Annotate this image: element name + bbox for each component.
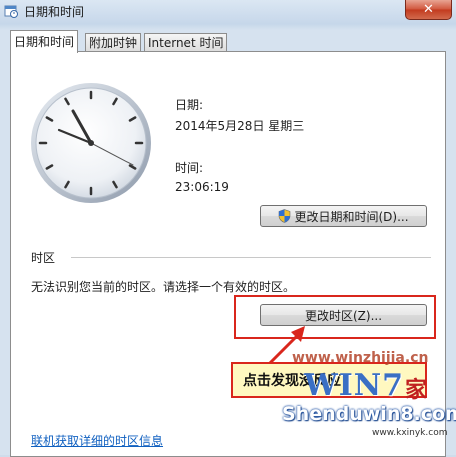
change-timezone-label: 更改时区(Z)... xyxy=(304,308,383,323)
watermark-logo-char: 家 xyxy=(405,378,428,403)
time-value: 23:06:19 xyxy=(175,180,229,194)
analog-clock xyxy=(31,83,151,203)
watermark-url-text: www.kxinyk.com xyxy=(372,428,448,438)
tab-label: Internet 时间 xyxy=(148,36,224,50)
date-value: 2014年5月28日 星期三 xyxy=(175,119,305,133)
tab-date-time[interactable]: 日期和时间 xyxy=(10,30,79,53)
uac-shield-icon xyxy=(279,209,291,223)
window-title: 日期和时间 xyxy=(24,5,85,19)
change-date-time-label: 更改日期和时间(D)... xyxy=(294,209,409,224)
watermark-overlay-text: www.winzhijia.cn xyxy=(292,350,429,366)
tab-label: 日期和时间 xyxy=(14,35,75,49)
close-icon: ✕ xyxy=(423,2,434,17)
tab-label: 附加时钟 xyxy=(89,36,138,50)
timezone-section-label: 时区 xyxy=(31,251,56,265)
online-timezone-info-link[interactable]: 联机获取详细的时区信息 xyxy=(31,432,163,449)
watermark-logo: WIN7 xyxy=(304,368,405,403)
timezone-message: 无法识别您当前的时区。请选择一个有效的时区。 xyxy=(31,280,296,294)
date-time-dialog: 日期和时间 ✕ 日期和时间 附加时钟 Internet 时间 日期: 2014年… xyxy=(0,0,456,457)
title-bar: 日期和时间 ✕ xyxy=(0,0,456,26)
tab-additional-clocks[interactable]: 附加时钟 xyxy=(85,33,142,52)
change-date-time-button[interactable]: 更改日期和时间(D)... xyxy=(260,205,427,227)
date-label: 日期: xyxy=(175,98,204,112)
close-button[interactable]: ✕ xyxy=(405,0,452,20)
time-label: 时间: xyxy=(175,161,204,175)
calendar-clock-icon xyxy=(4,5,18,18)
section-divider xyxy=(71,257,431,258)
watermark-site-text: Shenduwin8.com xyxy=(282,403,456,425)
tab-internet-time[interactable]: Internet 时间 xyxy=(144,33,228,52)
